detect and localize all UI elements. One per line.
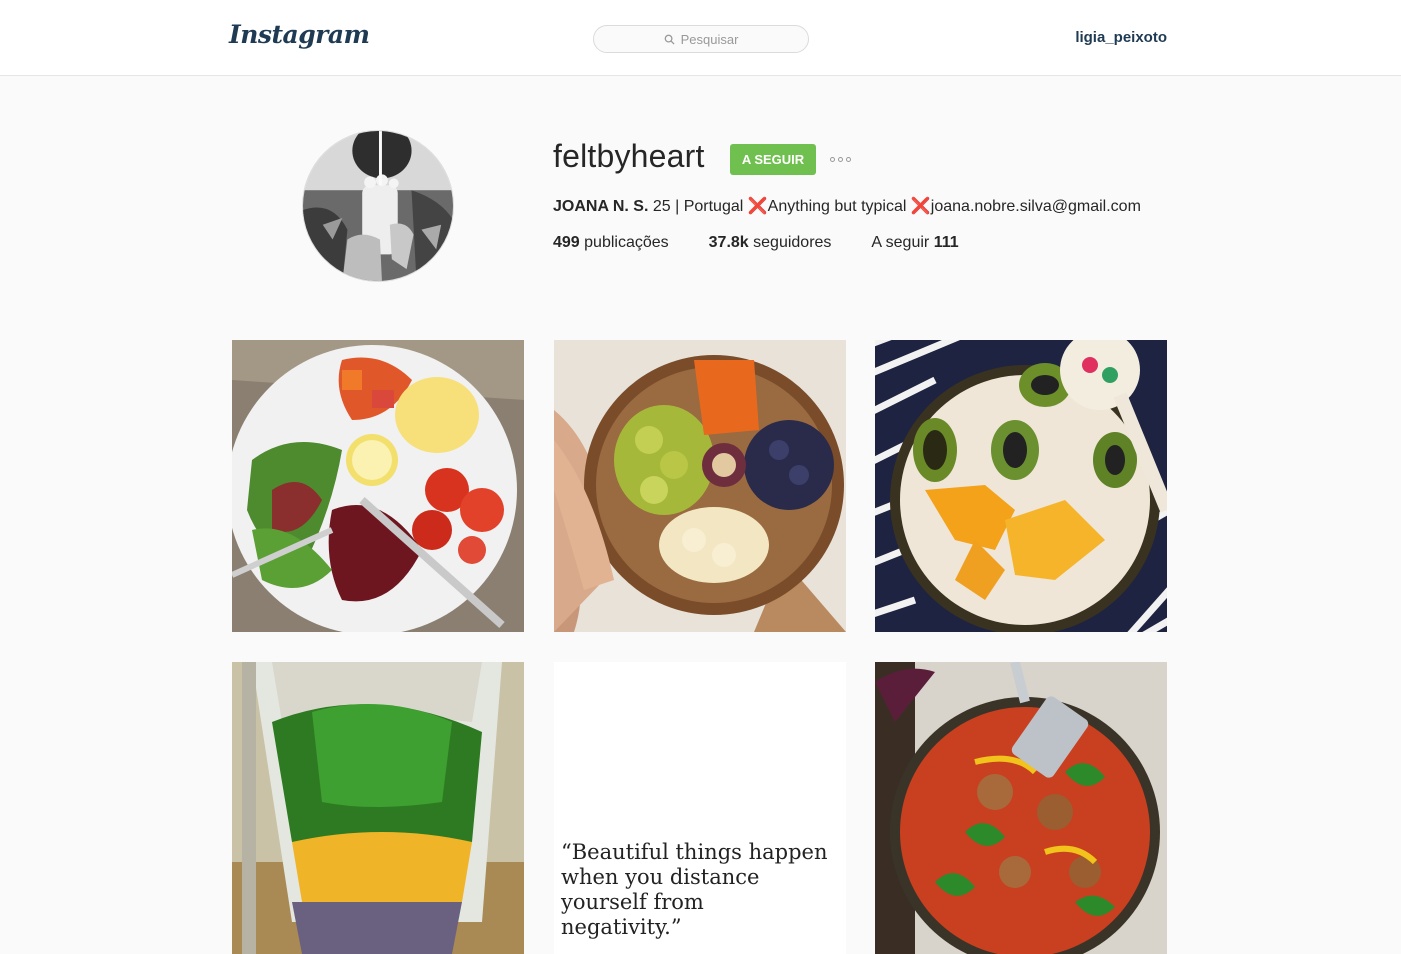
follow-button[interactable]: A SEGUIR: [730, 144, 816, 175]
more-options-button[interactable]: [830, 152, 858, 166]
avatar-image: [303, 131, 453, 281]
followers-count: 37.8k: [708, 234, 749, 251]
blender-smoothie-image: [232, 662, 524, 954]
profile-avatar: [302, 130, 454, 282]
post-thumbnail[interactable]: “Beautiful things happen when you distan…: [554, 662, 846, 954]
post-thumbnail[interactable]: [875, 340, 1167, 632]
quote-text: “Beautiful things happen when you distan…: [561, 840, 828, 939]
post-thumbnail[interactable]: [554, 340, 846, 632]
dot-icon: [838, 156, 843, 162]
following-label: A seguir: [871, 234, 934, 251]
search-placeholder: Pesquisar: [680, 31, 739, 47]
profile-bio: JOANA N. S. 25 | Portugal ❌Anything but …: [553, 196, 1141, 216]
post-thumbnail[interactable]: [875, 662, 1167, 954]
post-thumbnail[interactable]: [232, 340, 524, 632]
followers-stat[interactable]: 37.8k seguidores: [709, 234, 832, 252]
profile-fullname: JOANA N. S.: [553, 198, 649, 215]
following-stat[interactable]: A seguir 111: [871, 234, 958, 252]
top-navbar: Instagram Pesquisar ligia_peixoto: [0, 0, 1401, 76]
posts-label: publicações: [579, 234, 669, 251]
dot-icon: [830, 156, 835, 162]
kiwi-smoothie-bowl-image: [875, 340, 1167, 632]
search-box[interactable]: Pesquisar: [593, 25, 809, 53]
bio-text: 25 | Portugal ❌Anything but typical ❌joa…: [648, 198, 1141, 215]
posts-stat: 499 publicações: [553, 234, 669, 252]
fruit-bowl-image: [554, 340, 846, 632]
profile-username: feltbyheart: [553, 138, 705, 174]
veggie-pizza-image: [875, 662, 1167, 954]
instagram-logo[interactable]: Instagram: [229, 20, 370, 49]
dot-icon: [846, 156, 851, 162]
post-thumbnail[interactable]: [232, 662, 524, 954]
following-count: 111: [933, 234, 959, 251]
followers-label: seguidores: [748, 234, 832, 251]
posts-count: 499: [553, 234, 580, 251]
profile-stats: 499 publicações 37.8k seguidores A segui…: [553, 234, 999, 252]
current-user-link[interactable]: ligia_peixoto: [1075, 29, 1167, 46]
salad-plate-image: [232, 340, 524, 632]
search-icon: [664, 34, 675, 45]
